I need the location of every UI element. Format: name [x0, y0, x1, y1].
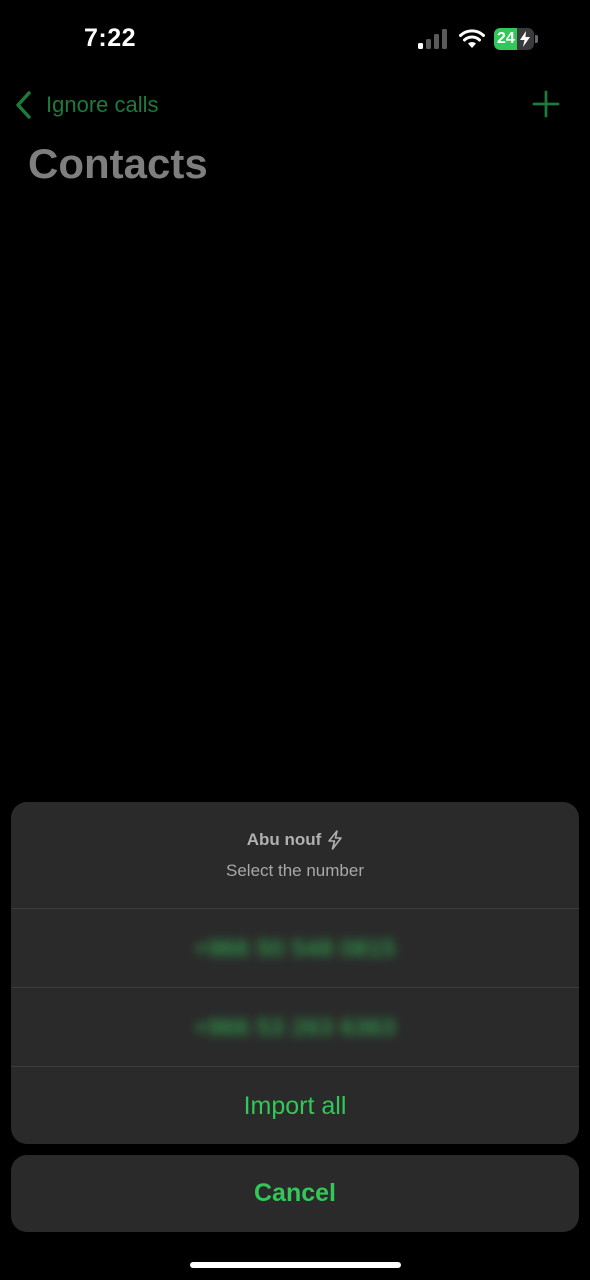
import-all-button[interactable]: Import all	[11, 1067, 579, 1144]
phone-number-option[interactable]: +966 53 263 6363	[11, 988, 579, 1067]
plus-icon[interactable]	[532, 90, 560, 118]
lightning-bolt-icon	[328, 829, 343, 850]
back-button-label: Ignore calls	[46, 92, 159, 117]
page-title: Contacts	[28, 140, 208, 187]
screen: 7:22 24 Ignore calls Contacts Abu nouf S…	[0, 0, 590, 1280]
phone-number-option[interactable]: +966 50 548 0815	[11, 909, 579, 988]
wifi-icon	[459, 29, 485, 48]
cancel-label: Cancel	[254, 1179, 336, 1207]
phone-number: +966 50 548 0815	[193, 934, 397, 961]
contact-name: Abu nouf	[246, 829, 322, 849]
battery-charging-icon: 24	[494, 28, 540, 50]
action-sheet-header: Abu nouf Select the number	[11, 802, 579, 909]
action-sheet: Abu nouf Select the number +966 50 548 0…	[11, 802, 579, 1144]
back-button[interactable]: Ignore calls	[14, 88, 159, 122]
import-all-label: Import all	[243, 1091, 347, 1120]
chevron-left-icon	[16, 91, 31, 119]
contact-name-row: Abu nouf	[247, 830, 344, 850]
status-time: 7:22	[84, 24, 137, 52]
cancel-button[interactable]: Cancel	[11, 1155, 579, 1232]
cellular-signal-icon	[418, 29, 447, 49]
status-bar: 7:22 24	[0, 0, 590, 80]
phone-number: +966 53 263 6363	[193, 1013, 397, 1040]
home-indicator[interactable]	[190, 1262, 401, 1268]
charging-bolt-icon	[520, 31, 530, 47]
sheet-subtitle: Select the number	[226, 860, 364, 880]
